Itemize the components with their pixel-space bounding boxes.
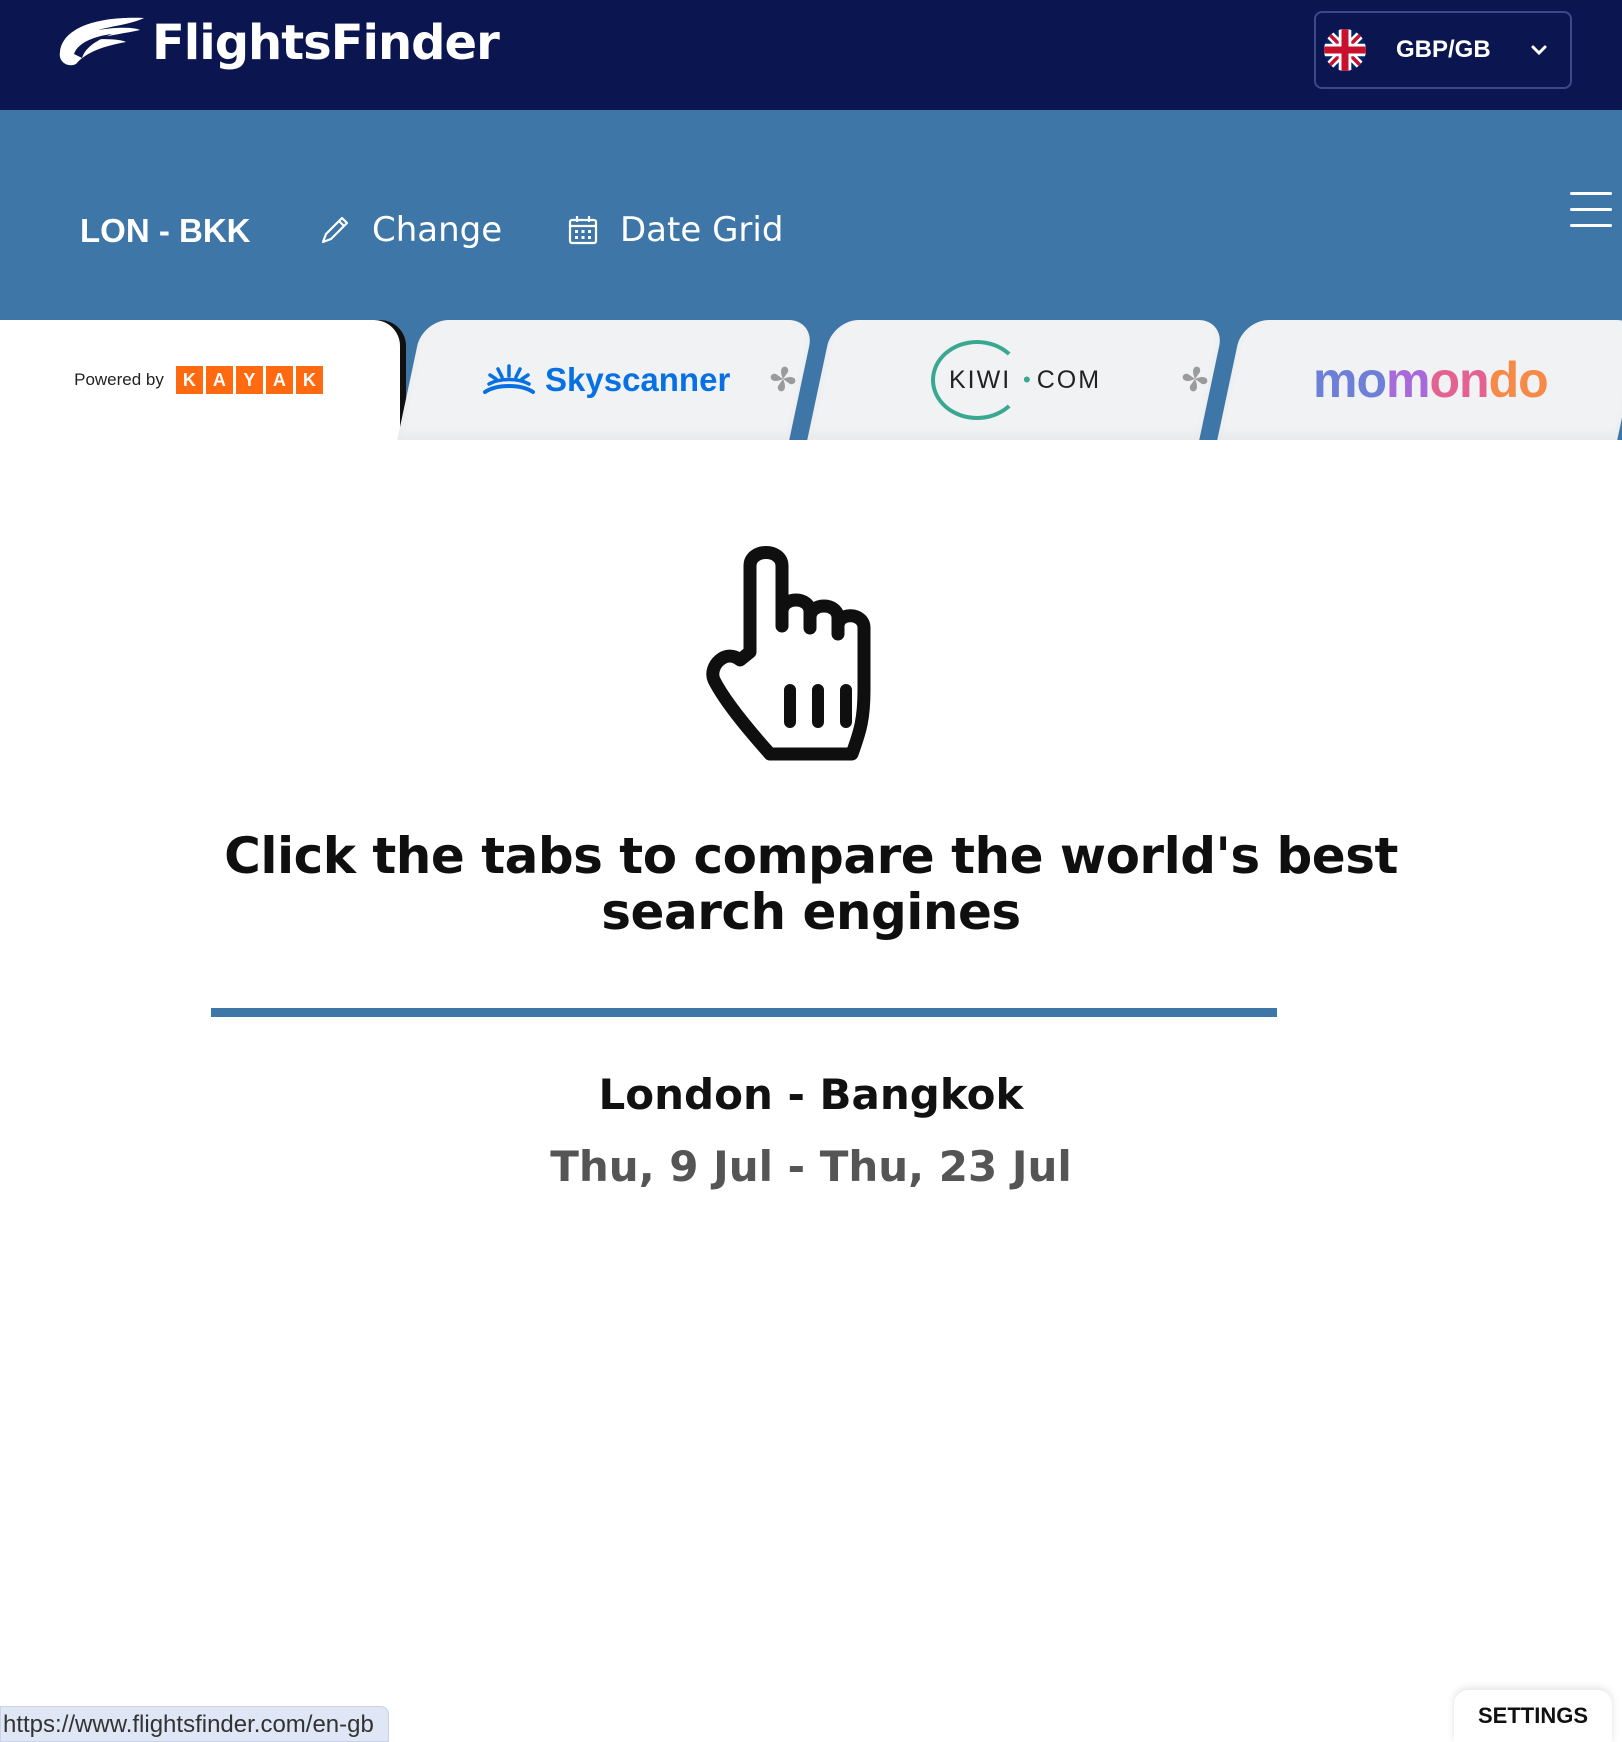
chevron-down-icon — [1531, 45, 1547, 56]
top-header: FlightsFinder GBP/GB — [0, 0, 1622, 110]
change-button[interactable]: Change — [318, 210, 502, 250]
loading-spinner-icon — [770, 366, 796, 392]
brand-name: FlightsFinder — [152, 15, 500, 71]
tab-momondo[interactable]: mo m on do — [1217, 320, 1622, 440]
powered-by-label: Powered by — [74, 370, 164, 389]
brand-logo[interactable]: FlightsFinder — [52, 12, 500, 74]
date-grid-button[interactable]: Date Grid — [566, 210, 783, 250]
menu-icon[interactable] — [1570, 192, 1612, 228]
tab-kiwi[interactable]: KIWI • COM — [807, 320, 1225, 440]
status-bar-url: https://www.flightsfinder.com/en-gb — [0, 1706, 389, 1742]
currency-code: GBP/GB — [1396, 36, 1491, 63]
tab-skyscanner[interactable]: Skyscanner — [397, 320, 815, 440]
kayak-logo: KAYAK — [175, 366, 326, 394]
wing-logo-icon — [59, 17, 144, 66]
instruction-headline: Click the tabs to compare the world's be… — [224, 827, 1398, 941]
route-code: LON - BKK — [80, 212, 251, 249]
momondo-logo: mo m on do — [1312, 352, 1548, 408]
travel-dates: Thu, 9 Jul - Thu, 23 Jul — [550, 1142, 1072, 1191]
section-divider — [211, 1008, 1277, 1017]
loading-spinner-icon — [1182, 366, 1208, 392]
date-grid-label: Date Grid — [620, 210, 784, 250]
change-label: Change — [372, 210, 503, 250]
skyscanner-label: Skyscanner — [545, 361, 731, 398]
tab-kayak[interactable]: Powered by KAYAK — [0, 320, 400, 440]
calendar-icon — [568, 216, 598, 245]
pointing-hand-icon — [706, 546, 871, 761]
sunrise-icon — [483, 364, 536, 394]
settings-button[interactable]: SETTINGS — [1454, 1690, 1612, 1742]
provider-tabs: Powered by KAYAK Skyscanner KIWI • COM m… — [0, 320, 1622, 440]
uk-flag-icon — [1324, 29, 1366, 71]
currency-selector[interactable]: GBP/GB — [1314, 11, 1572, 89]
pencil-icon — [321, 216, 349, 244]
skyscanner-logo: Skyscanner — [481, 361, 731, 399]
kiwi-logo: KIWI • COM — [930, 340, 1101, 420]
route-title: London - Bangkok — [598, 1070, 1024, 1119]
